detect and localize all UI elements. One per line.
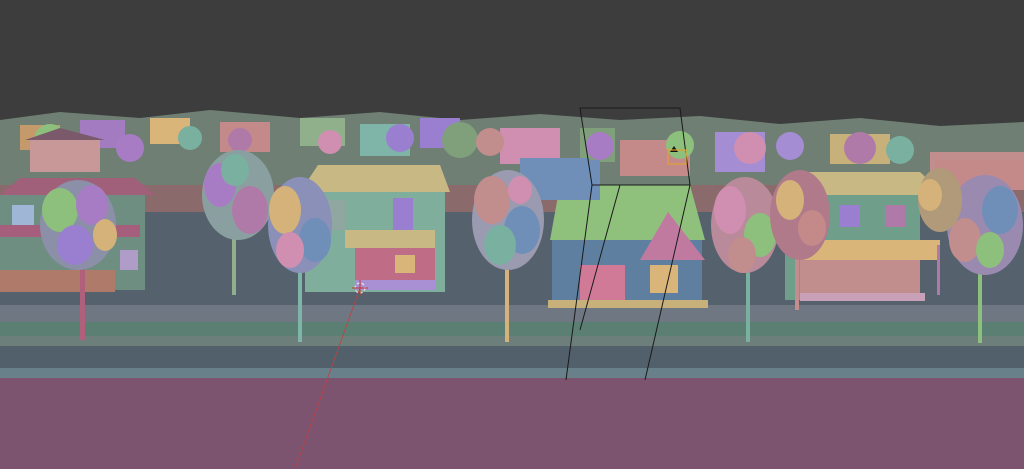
near-ground: [0, 378, 1024, 469]
viewport-canvas[interactable]: [0, 0, 1024, 469]
grass-strip: [0, 322, 1024, 336]
road-edge: [0, 368, 1024, 378]
sidewalk: [0, 336, 1024, 346]
3d-viewport[interactable]: [0, 0, 1024, 469]
curb: [0, 305, 1024, 323]
road: [0, 346, 1024, 368]
